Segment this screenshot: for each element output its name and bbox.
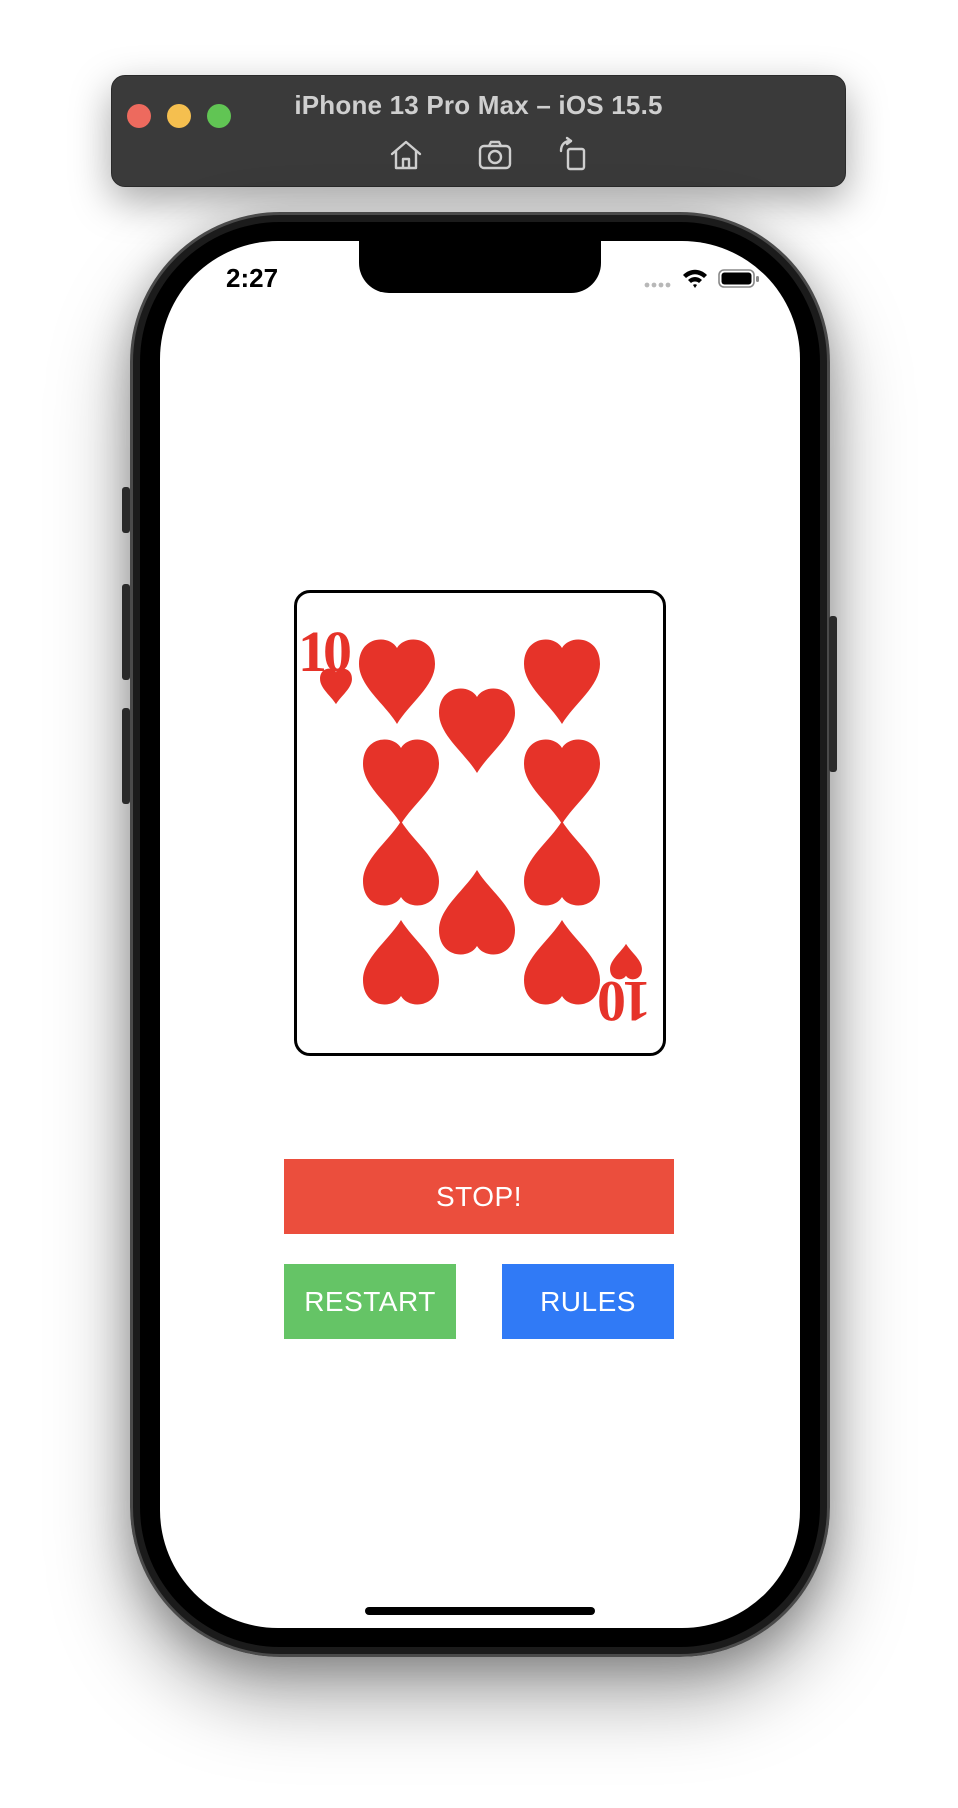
- card-rank-top: 10: [298, 619, 352, 684]
- heart-pip: [524, 920, 600, 1005]
- heart-pip: [363, 920, 439, 1005]
- screenshot-icon: [478, 140, 512, 170]
- signal-icon: [644, 282, 671, 288]
- heart-pip: [439, 870, 515, 955]
- heart-pip: [524, 739, 600, 824]
- heart-pip: [359, 639, 435, 724]
- home-icon: [390, 140, 422, 170]
- heart-pip: [363, 821, 439, 906]
- simulator-title-bar: iPhone 13 Pro Max – iOS 15.5: [111, 75, 846, 187]
- home-button[interactable]: [386, 135, 426, 175]
- rotate-icon: [559, 136, 586, 171]
- screenshot-button[interactable]: [475, 135, 515, 175]
- rotate-button[interactable]: [553, 135, 593, 175]
- wifi-icon: [683, 269, 707, 288]
- status-time: 2:27: [226, 263, 279, 293]
- rules-button[interactable]: RULES: [502, 1264, 674, 1339]
- heart-pip: [363, 739, 439, 824]
- notch: [359, 241, 601, 293]
- simulator-canvas: iPhone 13 Pro Max – iOS 15.5 2:27 10 10 …: [0, 0, 958, 1808]
- battery-icon: [718, 269, 759, 288]
- card-rank-bottom: 10: [601, 969, 651, 1034]
- heart-pip: [524, 821, 600, 906]
- home-indicator: [365, 1607, 595, 1615]
- simulator-title: iPhone 13 Pro Max – iOS 15.5: [294, 90, 663, 120]
- playing-card: 10 10: [294, 590, 666, 1056]
- volume-up-button[interactable]: [122, 584, 130, 680]
- restart-button[interactable]: RESTART: [284, 1264, 456, 1339]
- heart-pip: [439, 688, 515, 773]
- heart-pip: [524, 639, 600, 724]
- volume-down-button[interactable]: [122, 708, 130, 804]
- power-button[interactable]: [829, 616, 837, 772]
- mute-switch[interactable]: [122, 487, 130, 533]
- stop-button[interactable]: STOP!: [284, 1159, 674, 1234]
- status-icons: [644, 267, 760, 291]
- phone-screen: 2:27 10 10 STOP! RESTART RULES: [160, 241, 800, 1628]
